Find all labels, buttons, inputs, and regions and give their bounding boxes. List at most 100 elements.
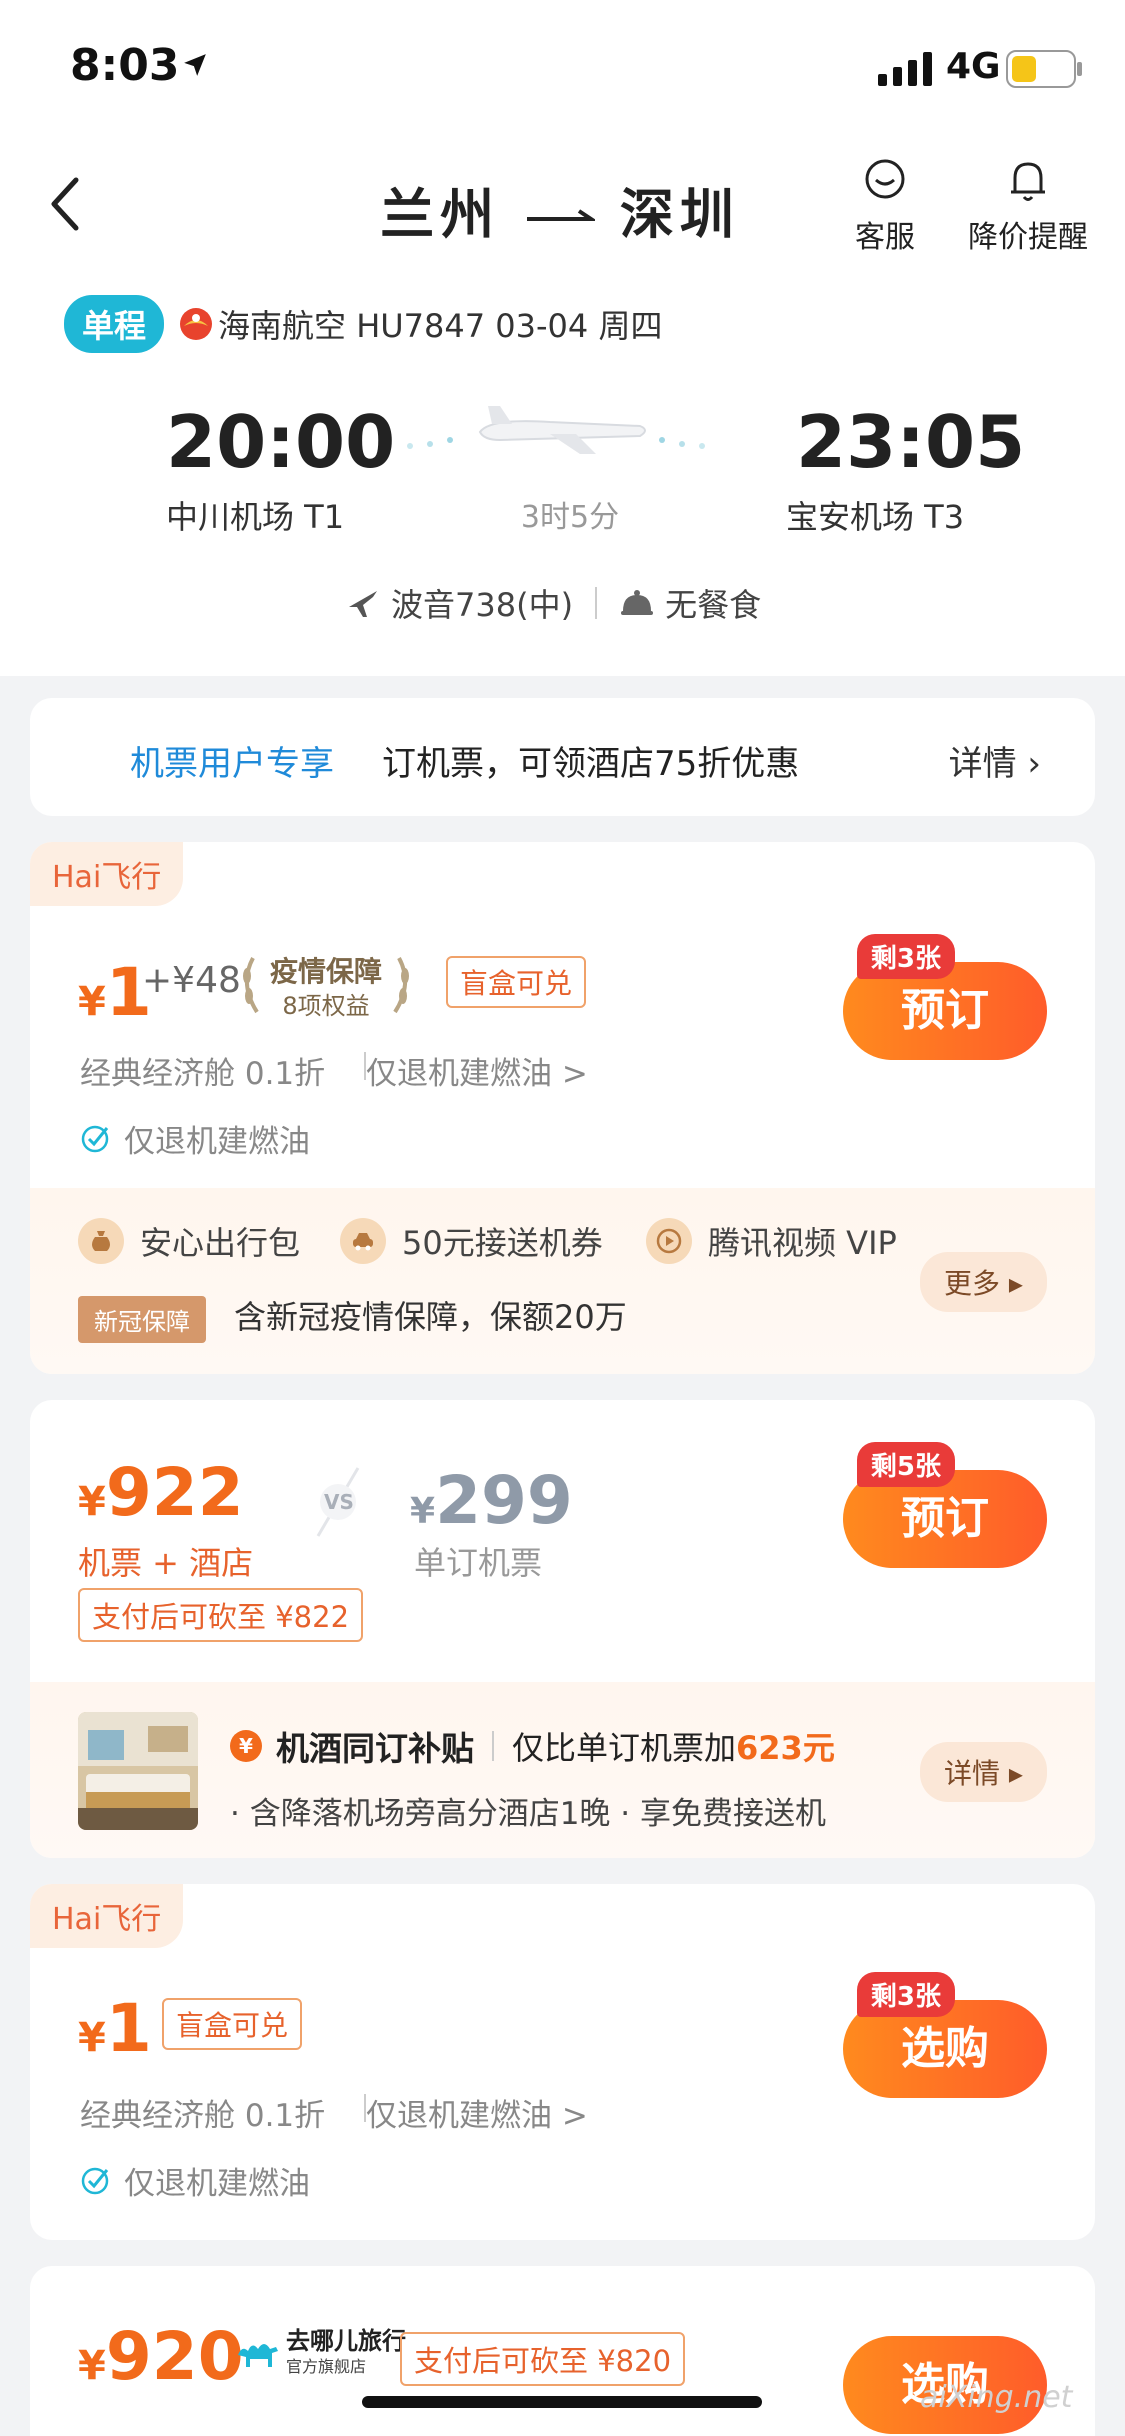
perk-travel-pack: 安心出行包 bbox=[78, 1218, 300, 1264]
yen-coin-icon: ¥ bbox=[230, 1730, 262, 1762]
hai-flight-tag: Hai飞行 bbox=[30, 842, 184, 906]
departure-airport: 中川机场 T1 bbox=[166, 498, 345, 536]
fare-price: ¥1 bbox=[78, 954, 152, 1031]
bell-icon bbox=[1011, 162, 1045, 201]
hotel-subsidy-title: 机酒同订补贴 bbox=[276, 1729, 474, 1768]
seats-remaining-badge: 剩5张 bbox=[856, 1442, 955, 1487]
home-indicator[interactable] bbox=[362, 2396, 762, 2408]
promo-tag: 机票用户专享 bbox=[130, 744, 334, 784]
price-value: 922 bbox=[105, 1454, 244, 1531]
refund-check-text: 仅退机建燃油 bbox=[124, 1124, 310, 1160]
blind-box-tag: 盲盒可兑 bbox=[446, 956, 587, 1008]
seats-remaining-badge: 剩3张 bbox=[856, 934, 955, 979]
hotel-subsidy-title-row: ¥ 机酒同订补贴 仅比单订机票加 623元 bbox=[230, 1722, 835, 1770]
chat-bubble-icon bbox=[865, 159, 905, 199]
perk-transfer-voucher: 50元接送机券 bbox=[340, 1218, 603, 1264]
plane-icon bbox=[349, 591, 377, 617]
hotel-promo-banner[interactable]: 机票用户专享 订机票，可领酒店75折优惠 详情 › bbox=[30, 698, 1095, 816]
route-arrow-icon bbox=[525, 209, 595, 222]
hotel-subsidy-area[interactable]: ¥ 机酒同订补贴 仅比单订机票加 623元 · 含降落机场旁高分酒店1晚 · 享… bbox=[30, 1682, 1095, 1858]
status-time: 8:03 bbox=[70, 40, 180, 91]
laurel-title: 疫情保障 bbox=[269, 955, 382, 988]
perks-area: 安心出行包 50元接送机券 腾讯视频 VIP 新冠保障 含新冠疫情保障，保额20… bbox=[30, 1188, 1095, 1374]
play-icon bbox=[646, 1218, 692, 1264]
epidemic-protection-badge: 疫情保障 8项权益 bbox=[235, 948, 417, 1020]
signal-icon bbox=[878, 52, 932, 86]
divider bbox=[492, 1731, 494, 1761]
fare-card-hai-1: Hai飞行 ¥1 +¥48 疫情保障 8项权益 盲盒可兑 经典经济舱 0.1折 … bbox=[30, 842, 1095, 1374]
discount-tag: 支付后可砍至 ¥822 bbox=[78, 1588, 364, 1642]
meal-info: 无餐食 bbox=[665, 586, 762, 624]
cabin-class: 经典经济舱 0.1折 bbox=[80, 2098, 326, 2134]
hai-flight-tag: Hai飞行 bbox=[30, 1884, 184, 1948]
departure-time: 20:00 bbox=[166, 400, 396, 484]
currency-symbol: ¥ bbox=[78, 979, 106, 1025]
service-label: 客服 bbox=[855, 220, 915, 255]
watermark: aiXing.net bbox=[920, 2380, 1073, 2415]
back-chevron-icon[interactable] bbox=[44, 174, 88, 234]
destination-city: 深圳 bbox=[619, 183, 740, 246]
logo-name: 去哪儿旅行 bbox=[286, 2327, 406, 2355]
airline-flight-date: 海南航空 HU7847 03-04 周四 bbox=[218, 307, 663, 345]
flight-duration: 3时5分 bbox=[520, 500, 620, 535]
hotel-room-icon bbox=[78, 1712, 198, 1830]
bundle-label: 机票 + 酒店 bbox=[78, 1544, 254, 1582]
arrival-time: 23:05 bbox=[796, 400, 1026, 484]
perk-label: 安心出行包 bbox=[140, 1224, 301, 1262]
discount-tag: 支付后可砍至 ¥820 bbox=[400, 2332, 686, 2386]
aircraft-meal-row: 波音738(中) 无餐食 bbox=[345, 580, 761, 626]
refund-check-row: 仅退机建燃油 bbox=[80, 2158, 310, 2203]
top-nav: 兰州 深圳 客服 降价提醒 bbox=[0, 150, 1125, 260]
hotel-extra-amount: 623元 bbox=[736, 1729, 835, 1767]
currency-symbol: ¥ bbox=[410, 1491, 436, 1532]
meal-cloche-icon bbox=[621, 590, 654, 615]
vs-divider: VS bbox=[298, 1462, 378, 1542]
price-value: 920 bbox=[105, 2318, 244, 2395]
trip-type-badge: 单程 bbox=[64, 295, 165, 353]
qunar-logo-text: 去哪儿旅行官方旗舰店 bbox=[286, 2328, 406, 2380]
aircraft-type: 波音738(中) bbox=[391, 586, 574, 624]
route-title: 兰州 深圳 bbox=[380, 170, 740, 249]
logo-subtitle: 官方旗舰店 bbox=[286, 2357, 367, 2376]
cabin-class: 经典经济舱 0.1折 bbox=[80, 1056, 326, 1092]
vs-text: VS bbox=[324, 1490, 354, 1514]
location-arrow-icon bbox=[184, 54, 206, 76]
origin-city: 兰州 bbox=[380, 183, 501, 246]
network-type: 4G bbox=[946, 46, 1001, 87]
fare-card-hai-2: Hai飞行 ¥1 盲盒可兑 经典经济舱 0.1折 仅退机建燃油 > 仅退机建燃油… bbox=[30, 1884, 1095, 2240]
laurel-subtitle: 8项权益 bbox=[282, 992, 370, 1020]
currency-symbol: ¥ bbox=[78, 2343, 106, 2389]
hotel-detail-button[interactable]: 详情 ▸ bbox=[920, 1742, 1047, 1802]
airline-logo-icon bbox=[180, 308, 213, 340]
checkmark-icon bbox=[81, 2167, 109, 2194]
single-ticket-label: 单订机票 bbox=[414, 1544, 543, 1582]
more-perks-button[interactable]: 更多 ▸ bbox=[920, 1252, 1047, 1312]
refund-rule-link[interactable]: 仅退机建燃油 > bbox=[366, 1048, 588, 1093]
divider bbox=[595, 587, 598, 619]
promo-detail-link[interactable]: 详情 › bbox=[949, 736, 1041, 785]
extra-fee: +¥48 bbox=[142, 960, 241, 1001]
currency-symbol: ¥ bbox=[78, 1479, 106, 1525]
customer-service-button[interactable]: 客服 bbox=[815, 156, 955, 256]
blind-box-tag: 盲盒可兑 bbox=[162, 1998, 303, 2050]
perk-video-vip: 腾讯视频 VIP bbox=[646, 1218, 897, 1264]
hotel-extra-prefix: 仅比单订机票加 bbox=[512, 1729, 737, 1767]
bundle-price: ¥922 bbox=[78, 1454, 244, 1531]
price-value: 1 bbox=[105, 1990, 152, 2067]
hotel-room-image bbox=[78, 1712, 198, 1830]
camel-logo-icon bbox=[238, 2344, 278, 2367]
price-value: 299 bbox=[435, 1462, 573, 1539]
qunar-logo: 去哪儿旅行官方旗舰店 bbox=[236, 2328, 406, 2380]
refund-rule-link[interactable]: 仅退机建燃油 > bbox=[366, 2090, 588, 2135]
arrival-airport: 宝安机场 T3 bbox=[786, 498, 965, 536]
seats-remaining-badge: 剩3张 bbox=[856, 1972, 955, 2017]
covid-protection-tag: 新冠保障 bbox=[78, 1296, 206, 1343]
flight-info-row: 单程 海南航空 HU7847 03-04 周四 bbox=[64, 295, 663, 353]
fare-price: ¥1 bbox=[78, 1990, 152, 2067]
perk-label: 50元接送机券 bbox=[402, 1224, 603, 1262]
airplane-illustration-icon bbox=[407, 406, 705, 454]
money-bag-icon bbox=[78, 1218, 124, 1264]
single-ticket-price: ¥299 bbox=[410, 1462, 573, 1539]
price-alert-button[interactable]: 降价提醒 bbox=[958, 156, 1098, 256]
checkmark-icon bbox=[81, 1125, 109, 1152]
